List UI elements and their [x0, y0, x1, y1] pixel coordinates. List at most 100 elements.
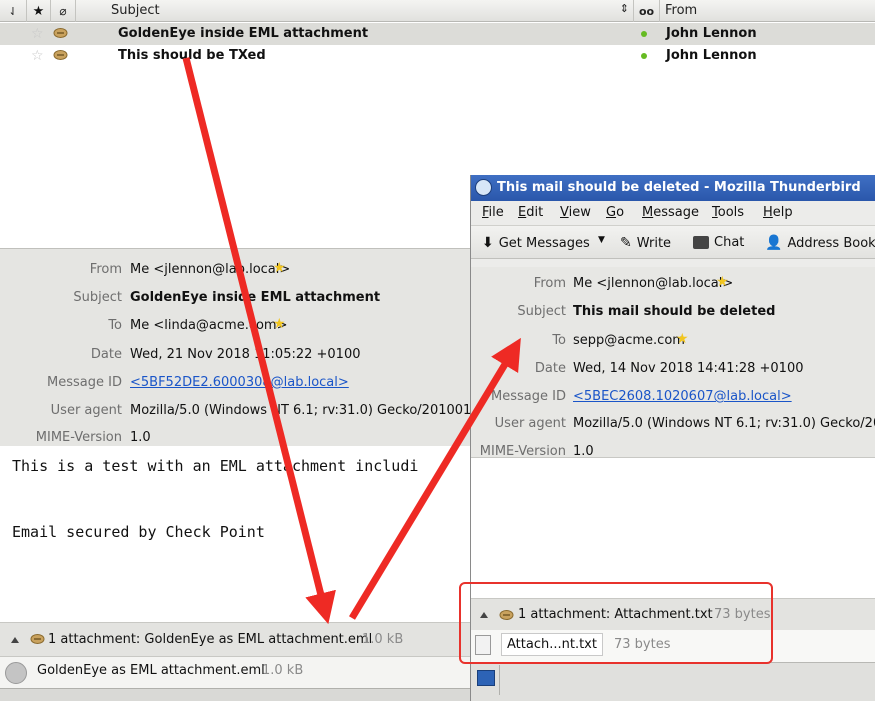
menu-bar: File Edit View Go Message Tools Help [471, 201, 875, 225]
address-book-button[interactable]: 👤 Address Book [765, 235, 875, 251]
read-status-dot[interactable] [641, 31, 647, 37]
header-label: Date [90, 347, 122, 362]
glasses-icon: oo [638, 4, 655, 18]
header-value[interactable]: Me <jlennon@lab.local> [573, 276, 733, 291]
message-body[interactable]: This is a test with an EML attachment in… [0, 446, 470, 622]
online-status-icon[interactable] [477, 670, 495, 686]
header-label: User agent [494, 416, 566, 431]
address-book-label: Address Book [787, 235, 875, 251]
header-user-agent: User agent Mozilla/5.0 (Windows NT 6.1; … [0, 400, 470, 422]
menu-file[interactable]: File [482, 205, 504, 220]
header-label: Message ID [491, 389, 566, 404]
star-icon[interactable]: ★ [716, 274, 729, 290]
star-column-header[interactable]: ★ [27, 0, 51, 22]
menu-help[interactable]: Help [763, 205, 793, 220]
header-label: To [108, 318, 122, 333]
body-line: This is a test with an EML attachment in… [12, 457, 419, 475]
header-value: This mail should be deleted [573, 304, 776, 319]
from-column-label: From [665, 3, 698, 18]
attachment-icon [30, 634, 45, 644]
menu-view[interactable]: View [560, 205, 591, 220]
menu-tools[interactable]: Tools [712, 205, 744, 220]
message-sender: John Lennon [666, 48, 757, 63]
attachment-name[interactable]: GoldenEye as EML attachment.eml [37, 663, 265, 678]
header-to: To sepp@acme.com ★ [471, 330, 875, 352]
message-header-pane: From Me <jlennon@lab.local> ★ Subject Th… [471, 267, 875, 459]
read-column-header[interactable]: oo [634, 0, 660, 22]
menu-edit[interactable]: Edit [518, 205, 543, 220]
message-subject: This should be TXed [118, 48, 266, 63]
header-value: Wed, 21 Nov 2018 11:05:22 +0100 [130, 347, 361, 362]
star-icon[interactable]: ★ [273, 260, 286, 276]
attachment-icon [53, 28, 68, 38]
header-value[interactable]: sepp@acme.com [573, 333, 685, 348]
header-user-agent: User agent Mozilla/5.0 (Windows NT 6.1; … [471, 413, 875, 435]
highlight-box [459, 582, 773, 664]
subject-column-label: Subject [111, 3, 160, 18]
thread-icon: ⇃ [8, 4, 18, 18]
write-button[interactable]: ✎ Write [620, 235, 671, 251]
from-column-header[interactable]: From [660, 0, 875, 22]
header-to: To Me <linda@acme.com> ★ [0, 315, 470, 337]
window-title-bar[interactable]: This mail should be deleted - Mozilla Th… [471, 175, 875, 201]
header-from: From Me <jlennon@lab.local> ★ [471, 273, 875, 295]
message-list-header: ⇃ ★ ⌀ Subject ⇕ oo From [0, 0, 875, 22]
column-picker-icon[interactable]: ⇕ [620, 2, 629, 15]
attachment-bar[interactable]: 1 attachment: GoldenEye as EML attachmen… [0, 622, 470, 656]
header-label: Subject [73, 290, 122, 305]
header-label: Message ID [47, 375, 122, 390]
thread-column-header[interactable]: ⇃ [0, 0, 27, 22]
header-date: Date Wed, 21 Nov 2018 11:05:22 +0100 [0, 344, 470, 366]
header-value: Mozilla/5.0 (Windows NT 6.1; rv:31.0) Ge… [130, 403, 470, 418]
header-label: To [552, 333, 566, 348]
get-messages-button[interactable]: ⬇ Get Messages [482, 235, 590, 251]
attachment-item[interactable]: GoldenEye as EML attachment.eml 1.0 kB [0, 656, 470, 688]
collapse-icon[interactable] [11, 637, 19, 643]
star-icon[interactable]: ★ [273, 316, 286, 332]
person-icon: 👤 [765, 235, 783, 251]
header-label: Subject [517, 304, 566, 319]
message-sender: John Lennon [666, 26, 757, 41]
attachment-icon [53, 50, 68, 60]
header-subject: Subject This mail should be deleted [471, 301, 875, 323]
header-value[interactable]: Me <linda@acme.com> [130, 318, 288, 333]
attachment-column-header[interactable]: ⌀ [51, 0, 76, 22]
message-row[interactable]: ☆ This should be TXed John Lennon [0, 45, 875, 67]
header-value: GoldenEye inside EML attachment [130, 290, 381, 305]
attachment-summary-size: 1.0 kB [362, 632, 404, 647]
get-messages-dropdown[interactable]: ▼ [598, 235, 605, 245]
star-icon: ★ [32, 3, 45, 19]
message-subject: GoldenEye inside EML attachment [118, 26, 369, 41]
star-icon[interactable]: ☆ [31, 48, 44, 64]
body-line: Email secured by Check Point [12, 523, 265, 541]
menu-message[interactable]: Message [642, 205, 699, 220]
star-icon[interactable]: ★ [676, 331, 689, 347]
header-value[interactable]: Me <jlennon@lab.local> [130, 262, 290, 277]
read-status-dot[interactable] [641, 53, 647, 59]
header-message-id: Message ID <5BF52DE2.6000308@lab.local> [0, 372, 470, 394]
header-label: MIME-Version [35, 430, 122, 445]
header-subject: Subject GoldenEye inside EML attachment [0, 287, 470, 309]
header-date: Date Wed, 14 Nov 2018 14:41:28 +0100 [471, 358, 875, 380]
attachment-summary: 1 attachment: GoldenEye as EML attachmen… [48, 632, 373, 647]
header-label: From [89, 262, 122, 277]
message-row[interactable]: ☆ GoldenEye inside EML attachment John L… [0, 23, 875, 45]
subject-column-header[interactable]: Subject ⇕ [76, 0, 634, 22]
header-from: From Me <jlennon@lab.local> ★ [0, 259, 470, 281]
chat-label: Chat [714, 235, 745, 250]
message-id-link[interactable]: <5BEC2608.1020607@lab.local> [573, 389, 792, 404]
header-value: Wed, 14 Nov 2018 14:41:28 +0100 [573, 361, 804, 376]
star-icon[interactable]: ☆ [31, 26, 44, 42]
toolbar: ⬇ Get Messages ▼ ✎ Write Chat 👤 Address … [471, 225, 875, 259]
header-value: 1.0 [130, 430, 151, 445]
paperclip-icon: ⌀ [59, 4, 67, 18]
menu-go[interactable]: Go [606, 205, 624, 220]
header-label: Date [534, 361, 566, 376]
attachment-size: 1.0 kB [262, 663, 304, 678]
pencil-icon: ✎ [620, 235, 632, 251]
eml-file-icon [5, 662, 27, 684]
message-id-link[interactable]: <5BF52DE2.6000308@lab.local> [130, 375, 349, 390]
status-divider [499, 665, 500, 695]
chat-button[interactable]: Chat [693, 235, 744, 250]
message-body[interactable] [471, 457, 875, 598]
